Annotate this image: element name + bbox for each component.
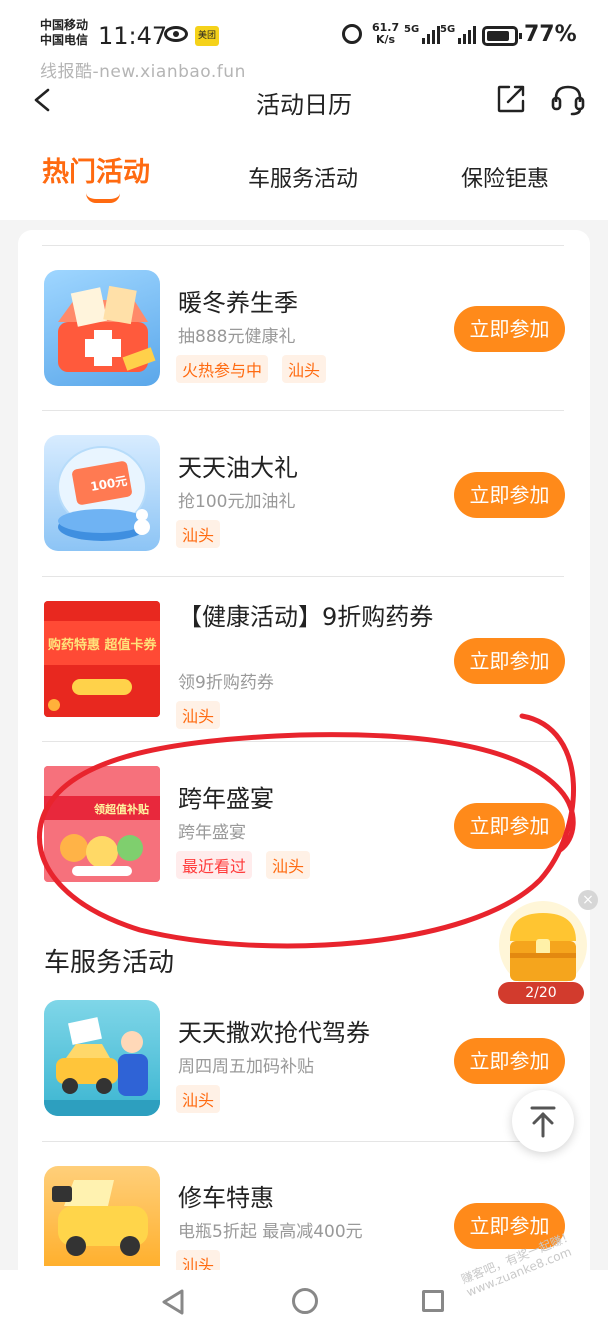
carrier-names: 中国移动 中国电信 (40, 18, 88, 48)
activity-title[interactable]: 跨年盛宴 (178, 779, 274, 814)
status-time: 11:47 (98, 22, 168, 50)
activity-thumb-drug-coupon[interactable]: 购药特惠 超值卡券 (44, 601, 160, 717)
city-tag: 汕头 (176, 701, 221, 729)
activity-title[interactable]: 天天撒欢抢代驾券 (178, 1013, 370, 1048)
signal-icon: 5G (440, 24, 477, 44)
tab-car-services[interactable]: 车服务活动 (248, 161, 358, 193)
activity-title[interactable]: 暖冬养生季 (178, 283, 298, 318)
activity-list-card (18, 230, 590, 1290)
nav-back-icon[interactable] (160, 1288, 186, 1316)
signal-icon: 5G (404, 24, 441, 44)
meituan-badge-icon: 美团 (195, 26, 219, 46)
tag-row: 汕头 (176, 701, 221, 729)
join-button[interactable]: 立即参加 (454, 472, 565, 518)
city-tag: 汕头 (176, 520, 221, 548)
divider (42, 576, 564, 577)
carrier-1: 中国移动 (40, 18, 89, 32)
carrier-2: 中国电信 (40, 33, 89, 47)
tab-insurance[interactable]: 保险钜惠 (461, 161, 549, 193)
join-button[interactable]: 立即参加 (454, 803, 565, 849)
signal-2-label: 5G (440, 24, 456, 35)
divider (42, 410, 564, 411)
new-year-banner: 领超值补贴 (44, 766, 160, 882)
tag-row: 火热参与中 汕头 (176, 355, 327, 383)
battery-icon (482, 26, 522, 46)
activity-subtitle: 抽888元健康礼 (178, 327, 296, 347)
tag-row: 汕头 (176, 520, 221, 548)
recently-viewed-tag: 最近看过 (176, 851, 253, 879)
drug-coupon-banner: 购药特惠 超值卡券 (44, 601, 160, 717)
activity-title[interactable]: 【健康活动】9折购药券 (178, 597, 433, 632)
status-bar: 中国移动 中国电信 11:47 美团 61.7 K/s 5G 5G 77% (0, 0, 608, 56)
medicine-box-icon (58, 285, 156, 372)
customer-service-icon[interactable] (550, 82, 586, 118)
activity-title[interactable]: 修车特惠 (178, 1178, 274, 1213)
nav-recents-icon[interactable] (422, 1290, 444, 1312)
activity-title[interactable]: 天天油大礼 (178, 448, 298, 483)
tag-row: 最近看过 汕头 (176, 851, 311, 879)
active-tab-indicator (86, 193, 120, 203)
tag-row: 汕头 (176, 1085, 221, 1113)
back-to-top-button[interactable] (512, 1090, 574, 1152)
tab-hot-activities[interactable]: 热门活动 (42, 150, 150, 189)
thumb-text-drug: 购药特惠 超值卡券 (48, 637, 158, 653)
activity-subtitle: 周四周五加码补贴 (178, 1057, 314, 1077)
signal-1-label: 5G (404, 24, 420, 35)
close-treasure-icon[interactable]: × (578, 890, 598, 910)
divider (42, 245, 564, 246)
alarm-icon (342, 24, 362, 44)
status-tag: 火热参与中 (176, 355, 269, 383)
activity-thumb-winter-health[interactable] (44, 270, 160, 386)
activity-subtitle: 跨年盛宴 (178, 823, 246, 843)
net-speed: 61.7 K/s (372, 22, 399, 46)
watermark-text: 线报酷-new.xianbao.fun (40, 62, 246, 82)
share-icon[interactable] (496, 84, 526, 114)
activity-thumb-chauffeur[interactable] (44, 1000, 160, 1116)
nav-home-icon[interactable] (292, 1288, 318, 1314)
thumb-text-subsidy: 领超值补贴 (93, 802, 149, 816)
chauffeur-car-icon (44, 1017, 160, 1116)
eye-icon (164, 26, 188, 42)
activity-subtitle: 领9折购药券 (178, 673, 274, 693)
divider (42, 741, 564, 742)
city-tag: 汕头 (176, 1085, 221, 1113)
join-button[interactable]: 立即参加 (454, 306, 565, 352)
divider (42, 1141, 564, 1142)
activity-thumb-car-repair[interactable] (44, 1166, 160, 1266)
join-button[interactable]: 立即参加 (454, 1038, 565, 1084)
activity-thumb-new-year-feast[interactable]: 领超值补贴 (44, 766, 160, 882)
activity-thumb-daily-fuel[interactable]: 100元 (44, 435, 160, 551)
car-repair-icon (52, 1180, 148, 1256)
fuel-ticket-globe-icon: 100元 (57, 446, 150, 541)
city-tag: 汕头 (266, 851, 311, 879)
activity-subtitle: 抢100元加油礼 (178, 492, 296, 512)
city-tag: 汕头 (282, 355, 327, 383)
treasure-progress-count: 2/20 (498, 982, 584, 1004)
net-speed-unit: K/s (376, 33, 396, 46)
arrow-up-icon (530, 1106, 556, 1138)
battery-percent: 77% (524, 22, 577, 47)
section-heading-car-services: 车服务活动 (44, 948, 175, 978)
activity-subtitle: 电瓶5折起 最高减400元 (178, 1222, 363, 1242)
join-button[interactable]: 立即参加 (454, 638, 565, 684)
